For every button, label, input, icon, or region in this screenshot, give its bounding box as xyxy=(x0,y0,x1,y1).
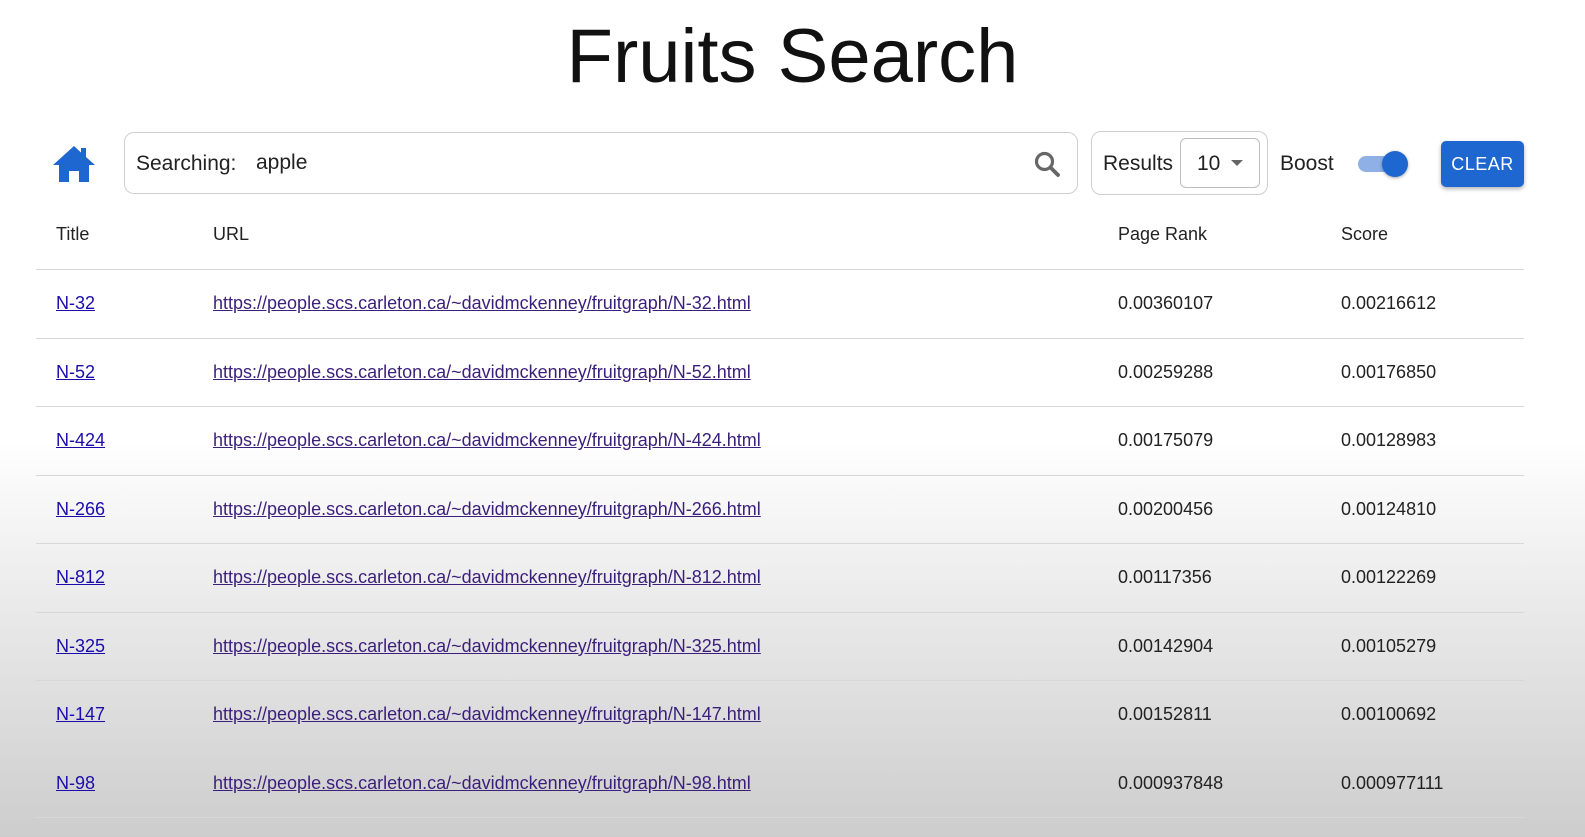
table-row: N-325 https://people.scs.carleton.ca/~da… xyxy=(36,612,1524,681)
result-title-link[interactable]: N-98 xyxy=(56,773,95,793)
search-bar: Searching: xyxy=(124,132,1078,194)
toggle-thumb xyxy=(1382,151,1408,177)
page-rank-cell: 0.00152811 xyxy=(1098,680,1321,750)
search-input[interactable] xyxy=(256,147,1016,179)
page-title: Fruits Search xyxy=(566,14,1019,99)
score-cell: 0.00122269 xyxy=(1321,543,1524,613)
result-url-link[interactable]: https://people.scs.carleton.ca/~davidmck… xyxy=(213,293,751,313)
table-row: N-52 https://people.scs.carleton.ca/~dav… xyxy=(36,338,1524,407)
result-title-link[interactable]: N-424 xyxy=(56,430,105,450)
result-url-link[interactable]: https://people.scs.carleton.ca/~davidmck… xyxy=(213,430,761,450)
page-rank-cell: 0.00360107 xyxy=(1098,269,1321,339)
results-count-select[interactable]: 10 xyxy=(1180,138,1260,188)
boost-label: Boost xyxy=(1280,152,1334,175)
search-label: Searching: xyxy=(136,152,237,175)
score-cell: 0.00105279 xyxy=(1321,612,1524,681)
search-icon[interactable] xyxy=(1033,150,1061,178)
result-url-link[interactable]: https://people.scs.carleton.ca/~davidmck… xyxy=(213,773,751,793)
table-row: N-147 https://people.scs.carleton.ca/~da… xyxy=(36,680,1524,750)
results-table: Title URL Page Rank Score N-32 https://p… xyxy=(36,200,1524,818)
score-cell: 0.00128983 xyxy=(1321,406,1524,476)
page-rank-cell: 0.000937848 xyxy=(1098,749,1321,818)
result-url-link[interactable]: https://people.scs.carleton.ca/~davidmck… xyxy=(213,362,751,382)
column-header-url: URL xyxy=(193,200,1098,270)
column-header-score: Score xyxy=(1321,200,1524,270)
result-title-link[interactable]: N-147 xyxy=(56,704,105,724)
page-rank-cell: 0.00142904 xyxy=(1098,612,1321,681)
result-title-link[interactable]: N-266 xyxy=(56,499,105,519)
result-title-link[interactable]: N-812 xyxy=(56,567,105,587)
column-header-title: Title xyxy=(36,200,193,270)
result-title-link[interactable]: N-52 xyxy=(56,362,95,382)
table-row: N-266 https://people.scs.carleton.ca/~da… xyxy=(36,475,1524,544)
result-url-link[interactable]: https://people.scs.carleton.ca/~davidmck… xyxy=(213,499,761,519)
boost-toggle[interactable] xyxy=(1356,150,1408,178)
clear-button[interactable]: CLEAR xyxy=(1441,141,1524,187)
results-label: Results xyxy=(1103,152,1174,175)
table-header-row: Title URL Page Rank Score xyxy=(36,200,1524,270)
table-row: N-98 https://people.scs.carleton.ca/~dav… xyxy=(36,749,1524,818)
table-row: N-424 https://people.scs.carleton.ca/~da… xyxy=(36,406,1524,476)
home-icon[interactable] xyxy=(51,144,97,184)
result-url-link[interactable]: https://people.scs.carleton.ca/~davidmck… xyxy=(213,704,761,724)
page-rank-cell: 0.00259288 xyxy=(1098,338,1321,407)
result-url-link[interactable]: https://people.scs.carleton.ca/~davidmck… xyxy=(213,567,761,587)
page-rank-cell: 0.00117356 xyxy=(1098,543,1321,613)
results-count-value: 10 xyxy=(1197,152,1221,175)
score-cell: 0.00216612 xyxy=(1321,269,1524,339)
score-cell: 0.00176850 xyxy=(1321,338,1524,407)
result-title-link[interactable]: N-325 xyxy=(56,636,105,656)
score-cell: 0.000977111 xyxy=(1321,749,1524,818)
result-url-link[interactable]: https://people.scs.carleton.ca/~davidmck… xyxy=(213,636,761,656)
table-row: N-32 https://people.scs.carleton.ca/~dav… xyxy=(36,269,1524,339)
score-cell: 0.00100692 xyxy=(1321,680,1524,750)
page-rank-cell: 0.00175079 xyxy=(1098,406,1321,476)
table-row: N-812 https://people.scs.carleton.ca/~da… xyxy=(36,543,1524,613)
page-rank-cell: 0.00200456 xyxy=(1098,475,1321,544)
caret-down-icon xyxy=(1231,160,1243,166)
score-cell: 0.00124810 xyxy=(1321,475,1524,544)
results-control: Results 10 xyxy=(1091,131,1268,195)
result-title-link[interactable]: N-32 xyxy=(56,293,95,313)
column-header-page-rank: Page Rank xyxy=(1098,200,1321,270)
